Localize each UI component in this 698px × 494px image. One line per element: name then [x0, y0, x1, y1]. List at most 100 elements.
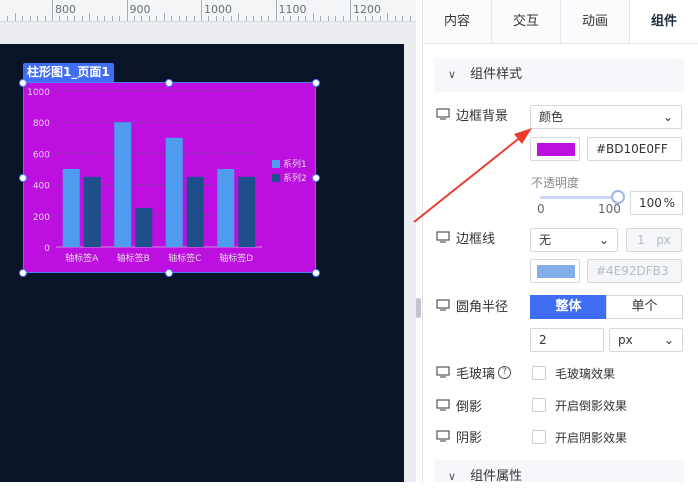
opacity-input[interactable]: 100 % [630, 191, 683, 215]
row-frosted-glass: 毛玻璃 ? [436, 361, 512, 383]
tab-3[interactable]: 组件 [630, 0, 698, 43]
ruler-tick [305, 16, 307, 21]
ruler-tick [290, 16, 292, 21]
chevron-down-icon: ⌄ [663, 333, 674, 347]
ruler-tick [193, 16, 195, 21]
resize-handle-bl[interactable] [19, 269, 27, 277]
ruler-label: 1000 [204, 3, 232, 16]
legend-label: 系列1 [283, 158, 307, 170]
ruler-tick [297, 16, 299, 21]
border-line-color-swatch[interactable] [530, 259, 580, 283]
ruler-tick [66, 16, 68, 21]
frosted-checkbox-label: 毛玻璃效果 [555, 367, 616, 381]
y-tick-label: 400 [33, 182, 50, 192]
panel-tabs: 内容 交互 动画 组件 [423, 0, 698, 44]
opacity-label: 不透明度 [531, 176, 580, 190]
tab-0[interactable]: 内容 [423, 0, 492, 43]
ruler-label: 900 [129, 3, 151, 16]
ruler-tick [81, 16, 83, 21]
chevron-down-icon: ⌄ [662, 110, 673, 124]
slider-min-label: 0 [537, 202, 545, 216]
resize-handle-tm[interactable] [165, 79, 173, 87]
chevron-down-icon: ⌄ [598, 233, 609, 247]
ruler-label: 1200 [353, 3, 381, 16]
frosted-label: 毛玻璃 [456, 366, 496, 382]
monitor-icon [436, 231, 450, 243]
bar-chart-component[interactable]: 0 200 400 600 800 1000 轴标签A 轴标签B 轴标签C 轴标签D 系列1 系列2 [23, 82, 316, 273]
ruler-tick [335, 16, 337, 21]
monitor-icon [436, 299, 450, 311]
resize-handle-ml[interactable] [19, 174, 27, 182]
ruler-tick [342, 16, 344, 21]
frosted-checkbox[interactable] [532, 366, 546, 380]
ruler-tick [201, 0, 202, 21]
canvas-scroll-track [404, 44, 416, 482]
resize-handle-tr[interactable] [312, 79, 320, 87]
x-tick-label: 轴标签D [219, 252, 253, 264]
ruler-tick [171, 16, 173, 21]
border-line-type-select[interactable]: 无 ⌄ [530, 228, 618, 252]
monitor-icon [436, 399, 450, 411]
resize-handle-mr[interactable] [312, 174, 320, 182]
reflection-checkbox[interactable] [532, 398, 546, 412]
radius-value-input[interactable]: 2 [530, 328, 604, 352]
ruler-tick [22, 16, 24, 21]
radius-unit-select[interactable]: px ⌄ [609, 328, 683, 352]
bar-系列1-轴标签D [217, 169, 235, 247]
monitor-icon [436, 430, 450, 442]
border-line-hex-input: #4E92DFB3 [587, 259, 682, 283]
ruler-tick [59, 16, 61, 21]
ruler-tick [215, 16, 217, 21]
tab-2[interactable]: 动画 [561, 0, 630, 43]
ruler-tick [230, 16, 232, 21]
legend-swatch [272, 160, 280, 168]
border-line-label: 边框线 [456, 231, 496, 247]
ruler-tick [141, 16, 143, 21]
color-swatch [537, 143, 575, 156]
opacity-unit: % [663, 196, 675, 210]
section-component-style[interactable]: ∨ 组件样式 [434, 58, 684, 92]
x-tick-label: 轴标签B [117, 252, 150, 264]
ruler-tick [44, 16, 46, 21]
section-component-props[interactable]: ∨ 组件属性 [434, 460, 684, 484]
resize-handle-bm[interactable] [165, 269, 173, 277]
ruler-tick [282, 16, 284, 21]
ruler-tick [245, 16, 247, 21]
ruler-tick [178, 16, 180, 21]
border-bg-hex-input[interactable]: #BD10E0FF [587, 137, 682, 161]
resize-handle-tl[interactable] [19, 79, 27, 87]
ruler-tick [364, 16, 366, 21]
resize-handle-br[interactable] [312, 269, 320, 277]
opacity-slider-track[interactable] [540, 196, 618, 199]
tab-1[interactable]: 交互 [492, 0, 561, 43]
slider-max-label: 100 [598, 202, 621, 216]
border-line-width-input: 1 px [626, 228, 682, 252]
y-tick-label: 0 [44, 244, 50, 254]
monitor-icon [436, 108, 450, 120]
y-tick-label: 600 [33, 150, 50, 160]
ruler-tick [238, 13, 240, 21]
y-tick-label: 800 [33, 119, 50, 129]
bar-系列2-轴标签D [238, 176, 256, 247]
x-tick-label: 轴标签C [168, 252, 201, 264]
bar-系列1-轴标签B [114, 122, 132, 247]
border-line-width-value: 1 [637, 233, 645, 247]
ruler-tick [357, 16, 359, 21]
ruler-tick [268, 16, 270, 21]
panel-resize-handle[interactable] [416, 298, 421, 318]
radius-mode-whole-button[interactable]: 整体 [530, 295, 607, 319]
border-bg-type-value: 颜色 [539, 110, 564, 124]
shadow-checkbox[interactable] [532, 430, 546, 444]
chevron-down-icon: ∨ [448, 470, 457, 483]
ruler-tick [402, 16, 404, 21]
ruler-tick [275, 0, 277, 21]
ruler-tick [74, 16, 76, 21]
border-bg-type-select[interactable]: 颜色 ⌄ [530, 105, 682, 129]
chevron-down-icon: ∨ [448, 68, 457, 81]
border-bg-color-swatch[interactable] [530, 137, 580, 161]
ruler-tick [96, 16, 98, 21]
help-icon[interactable]: ? [498, 365, 512, 379]
ruler-tick [37, 16, 39, 21]
legend-swatch [272, 174, 280, 182]
radius-mode-single-button[interactable]: 单个 [606, 295, 683, 319]
